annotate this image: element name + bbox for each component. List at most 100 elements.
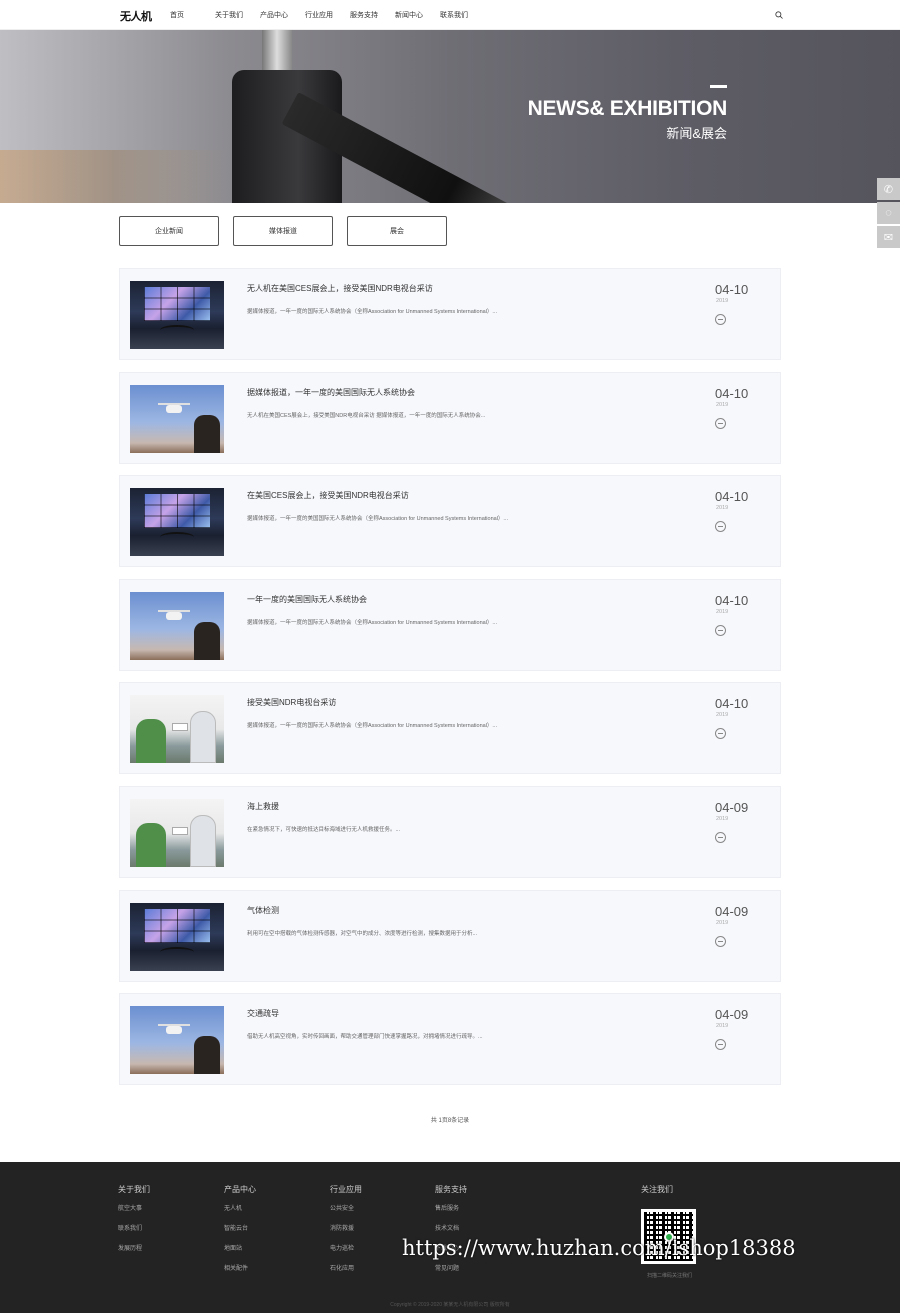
footer-link[interactable]: 消防救援 xyxy=(330,1223,362,1232)
footer-link[interactable]: 电力巡检 xyxy=(330,1243,362,1252)
news-title[interactable]: 在美国CES展会上，接受美国NDR电视台采访 xyxy=(247,490,409,501)
news-item[interactable]: 交通疏导借助无人机高空视角，实时传回画面，帮助交通管理部门快速掌握路况，对拥堵情… xyxy=(119,993,781,1086)
news-summary: 在紧急情况下，可快速的抵达目标海域进行无人机救援任务。... xyxy=(247,826,401,833)
tab-company-news[interactable]: 企业新闻 xyxy=(119,216,219,246)
qr-caption: 扫描二维码关注我们 xyxy=(647,1273,693,1279)
nav-item-support[interactable]: 服务支持 xyxy=(350,10,395,20)
news-item[interactable]: 接受美国NDR电视台采访据媒体报道，一年一度的国际无人系统协会（全称Associ… xyxy=(119,682,781,775)
news-thumbnail[interactable] xyxy=(130,281,224,349)
news-date: 04-10 xyxy=(715,385,749,401)
nav-item-contact[interactable]: 联系我们 xyxy=(440,10,485,20)
news-date: 04-10 xyxy=(715,696,749,712)
news-thumbnail[interactable] xyxy=(130,591,224,660)
news-date: 04-10 xyxy=(715,489,749,505)
news-title[interactable]: 接受美国NDR电视台采访 xyxy=(247,697,336,708)
footer-col-support: 服务支持 售后服务 技术文档 下载中心 常见问题 xyxy=(435,1184,467,1283)
news-title[interactable]: 据媒体报道，一年一度的美国国际无人系统协会 xyxy=(247,387,415,398)
news-summary: 利用可在空中搭载的气体检测传感器，对空气中的成分、浓度等进行检测，搜集数据用于分… xyxy=(247,930,478,937)
news-date: 04-09 xyxy=(715,903,749,919)
news-title[interactable]: 海上救援 xyxy=(247,801,279,812)
arrow-right-icon[interactable] xyxy=(715,417,726,429)
footer-link[interactable]: 石化应用 xyxy=(330,1263,362,1272)
news-year: 2019 xyxy=(716,505,729,512)
phone-icon[interactable]: ✆ xyxy=(877,178,900,200)
news-year: 2019 xyxy=(716,298,729,304)
news-summary: 借助无人机高空视角，实时传回画面，帮助交通管理部门快速掌握路况，对拥堵情况进行疏… xyxy=(247,1034,483,1041)
news-thumbnail[interactable] xyxy=(130,695,224,764)
news-year: 2019 xyxy=(716,401,729,408)
footer-link[interactable]: 无人机 xyxy=(224,1203,256,1212)
arrow-right-icon[interactable] xyxy=(715,831,726,843)
footer-col-industry: 行业应用 公共安全 消防救援 电力巡检 石化应用 xyxy=(330,1184,362,1283)
arrow-right-icon[interactable] xyxy=(715,728,726,740)
tab-media-reports[interactable]: 媒体报道 xyxy=(233,216,333,246)
tab-exhibitions[interactable]: 展会 xyxy=(347,216,447,246)
category-tabs: 企业新闻 媒体报道 展会 xyxy=(119,216,447,246)
news-title[interactable]: 气体检测 xyxy=(247,905,279,916)
footer-link[interactable]: 地面站 xyxy=(224,1243,256,1252)
news-title[interactable]: 交通疏导 xyxy=(247,1008,279,1019)
news-thumbnail[interactable] xyxy=(130,384,224,453)
banner-title: NEWS& EXHIBITION xyxy=(527,97,728,120)
news-item[interactable]: 无人机在美国CES展会上，接受美国NDR电视台采访据媒体报道，一年一度的国际无人… xyxy=(119,268,781,360)
news-thumbnail[interactable] xyxy=(130,1006,224,1075)
footer-col-products: 产品中心 无人机 智能云台 地面站 相关配件 xyxy=(224,1184,256,1283)
news-thumbnail[interactable] xyxy=(130,798,224,867)
arrow-right-icon[interactable] xyxy=(715,935,726,947)
nav-item-home[interactable]: 首页 xyxy=(170,10,215,20)
nav-item-news[interactable]: 新闻中心 xyxy=(395,10,440,20)
news-thumbnail[interactable] xyxy=(130,902,224,971)
news-summary: 无人机在美国CES展会上，接受美国NDR电视台采访 据媒体报道，一年一度的国际无… xyxy=(247,412,486,419)
news-item[interactable]: 气体检测利用可在空中搭载的气体检测传感器，对空气中的成分、浓度等进行检测，搜集数… xyxy=(119,889,781,982)
footer-follow-title: 关注我们 xyxy=(641,1185,673,1194)
news-summary: 据媒体报道，一年一度的国际无人系统协会（全称Association for Un… xyxy=(247,723,498,730)
arrow-right-icon[interactable] xyxy=(715,1039,726,1051)
footer-col-title: 关于我们 xyxy=(118,1185,150,1194)
footer-col-title: 行业应用 xyxy=(330,1185,362,1194)
footer-link[interactable]: 售后服务 xyxy=(435,1203,467,1212)
site-logo[interactable]: 无人机 xyxy=(120,8,152,24)
news-title[interactable]: 一年一度的美国国际无人系统协会 xyxy=(247,594,367,605)
arrow-right-icon[interactable] xyxy=(715,314,726,325)
copyright: Copyright © 2019-2020 某某无人机有限公司 版权所有 xyxy=(390,1302,510,1308)
footer-link[interactable]: 智能云台 xyxy=(224,1223,256,1232)
arrow-right-icon[interactable] xyxy=(715,624,726,636)
news-year: 2019 xyxy=(716,608,729,615)
chat-icon[interactable]: ◌ xyxy=(877,202,900,224)
news-list: 无人机在美国CES展会上，接受美国NDR电视台采访据媒体报道，一年一度的国际无人… xyxy=(119,268,781,1097)
mail-icon[interactable]: ✉ xyxy=(877,226,900,248)
search-icon[interactable] xyxy=(775,11,783,19)
nav-item-about[interactable]: 关于我们 xyxy=(215,10,260,20)
news-item[interactable]: 一年一度的美国国际无人系统协会 据媒体报道，一年一度的国际无人系统协会（全称Ass… xyxy=(119,578,781,671)
footer-link[interactable]: 相关配件 xyxy=(224,1263,256,1272)
news-summary: 据媒体报道，一年一度的美国国际无人系统协会（全称Association for … xyxy=(247,516,509,523)
main-nav: 首页 关于我们 产品中心 行业应用 服务支持 新闻中心 联系我们 xyxy=(170,10,485,20)
footer-col-about: 关于我们 航空大事 联系我们 发展历程 xyxy=(118,1184,150,1263)
footer-link[interactable]: 联系我们 xyxy=(118,1223,150,1232)
banner-subtitle: 新闻&展会 xyxy=(666,126,727,141)
nav-item-products[interactable]: 产品中心 xyxy=(260,10,305,20)
news-year: 2019 xyxy=(716,1023,729,1030)
footer-col-title: 产品中心 xyxy=(224,1185,256,1194)
news-title[interactable]: 无人机在美国CES展会上，接受美国NDR电视台采访 xyxy=(247,283,433,294)
news-summary: 据媒体报道，一年一度的国际无人系统协会（全称Association for Un… xyxy=(247,309,498,315)
banner-dash xyxy=(710,85,727,88)
news-date: 04-09 xyxy=(715,1007,749,1023)
news-thumbnail[interactable] xyxy=(130,488,224,557)
footer-link[interactable]: 发展历程 xyxy=(118,1243,150,1252)
footer-col-title: 服务支持 xyxy=(435,1185,467,1194)
news-date: 04-10 xyxy=(715,282,749,297)
news-year: 2019 xyxy=(716,919,729,926)
footer-link[interactable]: 公共安全 xyxy=(330,1203,362,1212)
arrow-right-icon[interactable] xyxy=(715,521,726,533)
footer-link[interactable]: 航空大事 xyxy=(118,1203,150,1212)
news-year: 2019 xyxy=(716,815,729,822)
footer-col-follow: 关注我们 xyxy=(641,1184,673,1203)
footer-link[interactable]: 常见问题 xyxy=(435,1263,467,1272)
news-item[interactable]: 海上救援 在紧急情况下，可快速的抵达目标海域进行无人机救援任务。... 04-09 2… xyxy=(119,785,781,878)
nav-item-industry[interactable]: 行业应用 xyxy=(305,10,350,20)
news-item[interactable]: 据媒体报道，一年一度的美国国际无人系统协会无人机在美国CES展会上，接受美国ND… xyxy=(119,371,781,464)
footer-link[interactable]: 技术文档 xyxy=(435,1223,467,1232)
pagination-info: 共 1页8条记录 xyxy=(430,1118,470,1124)
news-item[interactable]: 在美国CES展会上，接受美国NDR电视台采访据媒体报道，一年一度的美国国际无人系… xyxy=(119,475,781,568)
